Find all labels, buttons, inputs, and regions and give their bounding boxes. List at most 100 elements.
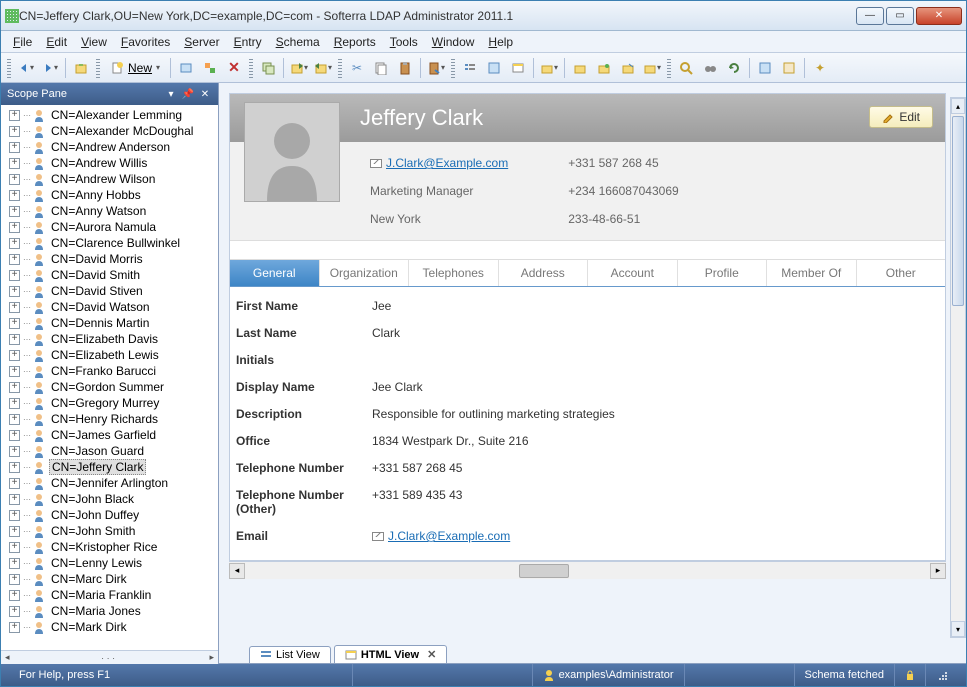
tree-item[interactable]: +⋯CN=David Smith [1, 267, 218, 283]
tree-item[interactable]: +⋯CN=Elizabeth Davis [1, 331, 218, 347]
expand-icon[interactable]: + [9, 510, 20, 521]
tree-item[interactable]: +⋯CN=Dennis Martin [1, 315, 218, 331]
expand-icon[interactable]: + [9, 606, 20, 617]
paste-icon[interactable] [394, 57, 416, 79]
view2-icon[interactable] [778, 57, 800, 79]
edit-icon[interactable] [175, 57, 197, 79]
tree-item[interactable]: +⋯CN=Gordon Summer [1, 379, 218, 395]
expand-icon[interactable]: + [9, 302, 20, 313]
expand-icon[interactable]: + [9, 398, 20, 409]
menu-schema[interactable]: Schema [270, 33, 326, 51]
close-button[interactable]: ✕ [916, 7, 962, 25]
tree-item[interactable]: +⋯CN=Marc Dirk [1, 571, 218, 587]
scope-menu-icon[interactable]: ▾ [164, 87, 178, 101]
toolbar-grip[interactable] [667, 58, 671, 78]
menu-entry[interactable]: Entry [228, 33, 268, 51]
tab-html-view[interactable]: HTML View ✕ [334, 645, 448, 663]
menu-reports[interactable]: Reports [328, 33, 382, 51]
tab-profile[interactable]: Profile [678, 259, 768, 286]
expand-icon[interactable]: + [9, 542, 20, 553]
toolbar-grip[interactable] [249, 58, 253, 78]
tree-item[interactable]: +⋯CN=Elizabeth Lewis [1, 347, 218, 363]
folder5-icon[interactable]: ▾ [641, 57, 663, 79]
export-icon[interactable]: ▾ [288, 57, 310, 79]
minimize-button[interactable]: — [856, 7, 884, 25]
tree-item[interactable]: +⋯CN=Clarence Bullwinkel [1, 235, 218, 251]
list-icon[interactable] [459, 57, 481, 79]
tree-item[interactable]: +⋯CN=Franko Barucci [1, 363, 218, 379]
tab-organization[interactable]: Organization [320, 259, 410, 286]
expand-icon[interactable]: + [9, 334, 20, 345]
tree-item[interactable]: +⋯CN=David Morris [1, 251, 218, 267]
refresh-icon[interactable] [723, 57, 745, 79]
tree-item[interactable]: +⋯CN=David Stiven [1, 283, 218, 299]
tree-item[interactable]: +⋯CN=Jeffery Clark [1, 459, 218, 475]
props-icon[interactable] [199, 57, 221, 79]
scope-close-icon[interactable]: ✕ [198, 87, 212, 101]
tab-member-of[interactable]: Member Of [767, 259, 857, 286]
folder3-icon[interactable] [593, 57, 615, 79]
tree-item[interactable]: +⋯CN=Alexander Lemming [1, 107, 218, 123]
menu-tools[interactable]: Tools [384, 33, 424, 51]
tree-item[interactable]: +⋯CN=Henry Richards [1, 411, 218, 427]
expand-icon[interactable]: + [9, 574, 20, 585]
forward-button[interactable]: ▾ [39, 57, 61, 79]
horizontal-scrollbar[interactable]: ◂ ▸ [229, 561, 946, 579]
expand-icon[interactable]: + [9, 526, 20, 537]
tree-icon[interactable] [483, 57, 505, 79]
toolbar-grip[interactable] [338, 58, 342, 78]
tab-other[interactable]: Other [857, 259, 946, 286]
tree-item[interactable]: +⋯CN=James Garfield [1, 427, 218, 443]
scope-scroll[interactable]: ◂∙∙∙▸ [1, 650, 218, 664]
tab-close-icon[interactable]: ✕ [427, 648, 436, 661]
menu-server[interactable]: Server [178, 33, 225, 51]
tree-item[interactable]: +⋯CN=David Watson [1, 299, 218, 315]
expand-icon[interactable]: + [9, 462, 20, 473]
tree-item[interactable]: +⋯CN=Gregory Murrey [1, 395, 218, 411]
expand-icon[interactable]: + [9, 622, 20, 633]
expand-icon[interactable]: + [9, 174, 20, 185]
expand-icon[interactable]: + [9, 126, 20, 137]
wizard-icon[interactable]: ✦ [809, 57, 831, 79]
email-link[interactable]: J.Clark@Example.com [388, 529, 510, 543]
menu-file[interactable]: File [7, 33, 38, 51]
expand-icon[interactable]: + [9, 110, 20, 121]
back-button[interactable]: ▾ [15, 57, 37, 79]
toolbar-grip[interactable] [7, 58, 11, 78]
expand-icon[interactable]: + [9, 142, 20, 153]
tree-item[interactable]: +⋯CN=Andrew Wilson [1, 171, 218, 187]
expand-icon[interactable]: + [9, 590, 20, 601]
binoculars-icon[interactable] [699, 57, 721, 79]
view1-icon[interactable] [754, 57, 776, 79]
tree-item[interactable]: +⋯CN=Jennifer Arlington [1, 475, 218, 491]
tab-account[interactable]: Account [588, 259, 678, 286]
tree-item[interactable]: +⋯CN=Anny Hobbs [1, 187, 218, 203]
html-icon[interactable] [507, 57, 529, 79]
expand-icon[interactable]: + [9, 366, 20, 377]
toolbar-grip[interactable] [451, 58, 455, 78]
menu-edit[interactable]: Edit [40, 33, 73, 51]
expand-icon[interactable]: + [9, 494, 20, 505]
folder1-icon[interactable]: ▾ [538, 57, 560, 79]
tree-item[interactable]: +⋯CN=Alexander McDoughal [1, 123, 218, 139]
expand-icon[interactable]: + [9, 222, 20, 233]
expand-icon[interactable]: + [9, 254, 20, 265]
tree-item[interactable]: +⋯CN=Andrew Anderson [1, 139, 218, 155]
scope-tree[interactable]: +⋯CN=Alexander Lemming+⋯CN=Alexander McD… [1, 105, 218, 650]
expand-icon[interactable]: + [9, 318, 20, 329]
cut-icon[interactable]: ✂ [346, 57, 368, 79]
expand-icon[interactable]: + [9, 350, 20, 361]
tree-item[interactable]: +⋯CN=Andrew Willis [1, 155, 218, 171]
expand-icon[interactable]: + [9, 478, 20, 489]
up-button[interactable] [70, 57, 92, 79]
new-button[interactable]: New ▾ [104, 61, 166, 75]
copy-dn-icon[interactable] [257, 57, 279, 79]
import-icon[interactable]: ▾ [312, 57, 334, 79]
tree-item[interactable]: +⋯CN=Maria Jones [1, 603, 218, 619]
menu-help[interactable]: Help [482, 33, 519, 51]
tree-item[interactable]: +⋯CN=Maria Franklin [1, 587, 218, 603]
expand-icon[interactable]: + [9, 286, 20, 297]
search-icon[interactable] [675, 57, 697, 79]
maximize-button[interactable]: ▭ [886, 7, 914, 25]
detail-value[interactable]: J.Clark@Example.com [372, 529, 935, 543]
